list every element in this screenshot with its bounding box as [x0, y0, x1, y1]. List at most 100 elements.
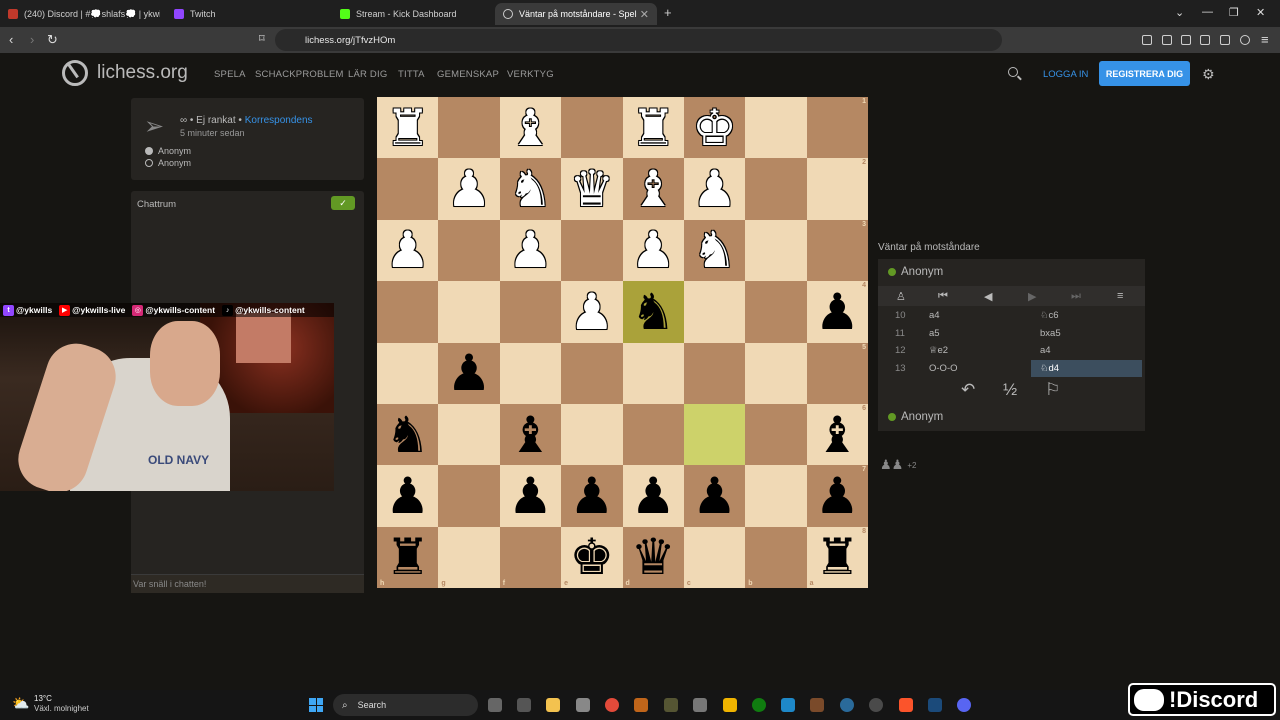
black-bishop-icon[interactable]: ♝	[508, 410, 553, 460]
white-pawn-icon[interactable]: ♟	[385, 225, 430, 275]
square[interactable]: ♟	[377, 465, 439, 527]
nav-watch[interactable]: TITTA	[398, 69, 425, 80]
square[interactable]: ♚	[683, 97, 746, 159]
white-move[interactable]: ♕e2	[929, 345, 948, 356]
app-icon[interactable]	[664, 698, 678, 712]
app-icon[interactable]	[810, 698, 824, 712]
black-pawn-icon[interactable]: ♟	[385, 471, 430, 521]
close-window-icon[interactable]: ✕	[1256, 6, 1265, 19]
square[interactable]	[745, 97, 807, 159]
square[interactable]: ♟	[561, 281, 623, 343]
black-pawn-icon[interactable]: ♟	[508, 471, 553, 521]
video-icon[interactable]	[517, 698, 531, 712]
music-icon[interactable]	[1162, 35, 1172, 45]
white-knight-icon[interactable]: ♞	[508, 164, 553, 214]
square[interactable]	[745, 342, 807, 404]
menu-icon[interactable]: ≡	[1261, 32, 1269, 47]
address-bar[interactable]: lichess.org/jTfvzHOm	[275, 29, 1002, 51]
square[interactable]	[622, 342, 684, 404]
vpn-icon[interactable]	[1240, 35, 1250, 45]
square[interactable]: ♞	[622, 281, 684, 343]
offer-draw-button[interactable]: ½	[1003, 380, 1017, 400]
square[interactable]	[561, 97, 623, 159]
square[interactable]	[683, 403, 746, 466]
white-rook-icon[interactable]: ♜	[631, 103, 676, 153]
square[interactable]: 2	[806, 158, 868, 220]
task-view-icon[interactable]	[488, 698, 502, 712]
white-rook-icon[interactable]: ♜	[385, 103, 430, 153]
lichess-logo-icon[interactable]	[62, 60, 88, 86]
black-move[interactable]: a4	[1040, 345, 1051, 356]
weather-icon[interactable]: ⛅	[12, 695, 29, 712]
close-tab-icon[interactable]: ✕	[640, 8, 649, 21]
square[interactable]	[745, 465, 807, 527]
square[interactable]: ♟ 4	[806, 281, 868, 343]
sidebar-icon[interactable]	[1181, 35, 1191, 45]
white-bishop-icon[interactable]: ♝	[508, 103, 553, 153]
square[interactable]	[499, 342, 562, 404]
square[interactable]	[622, 403, 684, 466]
square[interactable]	[377, 281, 439, 343]
flip-board-icon[interactable]: ♙	[896, 290, 906, 303]
new-tab-button[interactable]: +	[664, 5, 672, 20]
first-move-icon[interactable]: ⏮	[938, 290, 948, 303]
windows-start-icon[interactable]	[309, 698, 323, 712]
black-move[interactable]: ♘d4	[1031, 359, 1142, 377]
chat-toggle[interactable]: ✓	[331, 196, 355, 210]
square[interactable]: c	[683, 526, 746, 588]
black-knight-icon[interactable]: ♞	[385, 410, 430, 460]
square[interactable]	[745, 158, 807, 220]
chess-board[interactable]: ♜ ♝ ♜ ♚ 1 ♟ ♞ ♛ ♝ ♟ 2 ♟ ♟ ♟ ♞ 3 ♟ ♞ ♟ 4 ♟ 5 ♞ ♝ ♝ 6 ♟ ♟ ♟ ♟ ♟ ♟ 7 ♜ h g f ♚ e ♛…	[377, 97, 868, 588]
square[interactable]: ♟	[622, 465, 684, 527]
prev-move-icon[interactable]: ◀	[984, 290, 992, 303]
black-pawn-icon[interactable]: ♟	[692, 471, 737, 521]
square[interactable]: ♝	[499, 97, 562, 159]
square[interactable]	[561, 219, 623, 282]
square[interactable]: ♟	[683, 465, 746, 527]
square[interactable]: ♛	[561, 158, 623, 220]
extension-icon[interactable]	[1142, 35, 1152, 45]
black-king-icon[interactable]: ♚	[569, 532, 614, 582]
nav-community[interactable]: GEMENSKAP	[437, 69, 499, 80]
square[interactable]: 1	[806, 97, 868, 159]
white-pawn-icon[interactable]: ♟	[447, 164, 492, 214]
rockstar-icon[interactable]	[723, 698, 737, 712]
square[interactable]: ♝ 6	[806, 403, 868, 466]
browser-tab-twitch[interactable]: Twitch	[166, 3, 330, 25]
square[interactable]	[438, 403, 500, 466]
white-bishop-icon[interactable]: ♝	[631, 164, 676, 214]
square[interactable]: g	[438, 526, 500, 588]
square[interactable]: f	[499, 526, 562, 588]
square[interactable]	[683, 281, 746, 343]
square[interactable]: ♞	[683, 219, 746, 282]
white-move[interactable]: a5	[929, 328, 940, 339]
square[interactable]: ♟	[438, 342, 500, 404]
nav-tools[interactable]: VERKTYG	[507, 69, 554, 80]
browser-tab-kick[interactable]: Stream - Kick Dashboard	[332, 3, 492, 25]
browser-tab-lichess[interactable]: Väntar på motståndare - Spela A ✕	[495, 3, 657, 25]
square[interactable]: ♟	[499, 465, 562, 527]
black-rook-icon[interactable]: ♜	[385, 532, 430, 582]
square[interactable]: ♚ e	[561, 526, 623, 588]
resign-flag-icon[interactable]: ⚐	[1045, 380, 1060, 400]
square[interactable]: ♜ h	[377, 526, 439, 588]
app-icon[interactable]	[840, 698, 854, 712]
black-move[interactable]: ♘c6	[1040, 310, 1059, 321]
square[interactable]: ♞	[499, 158, 562, 220]
gear-icon[interactable]: ⚙	[1202, 66, 1215, 83]
discord-icon[interactable]	[957, 698, 971, 712]
black-pawn-icon[interactable]: ♟	[569, 471, 614, 521]
search-icon[interactable]	[1008, 67, 1018, 77]
white-knight-icon[interactable]: ♞	[692, 225, 737, 275]
black-queen-icon[interactable]: ♛	[631, 532, 676, 582]
store-icon[interactable]	[576, 698, 590, 712]
takeback-icon[interactable]: ↶	[961, 380, 975, 400]
nav-puzzles[interactable]: SCHACKPROBLEM	[255, 69, 344, 80]
square[interactable]: ♟	[377, 219, 439, 282]
white-move[interactable]: O-O-O	[929, 363, 958, 374]
square[interactable]: ♟	[499, 219, 562, 282]
minimize-icon[interactable]: —	[1202, 6, 1213, 18]
chrome-icon[interactable]	[605, 698, 619, 712]
login-link[interactable]: LOGGA IN	[1043, 69, 1088, 80]
file-explorer-icon[interactable]	[546, 698, 560, 712]
